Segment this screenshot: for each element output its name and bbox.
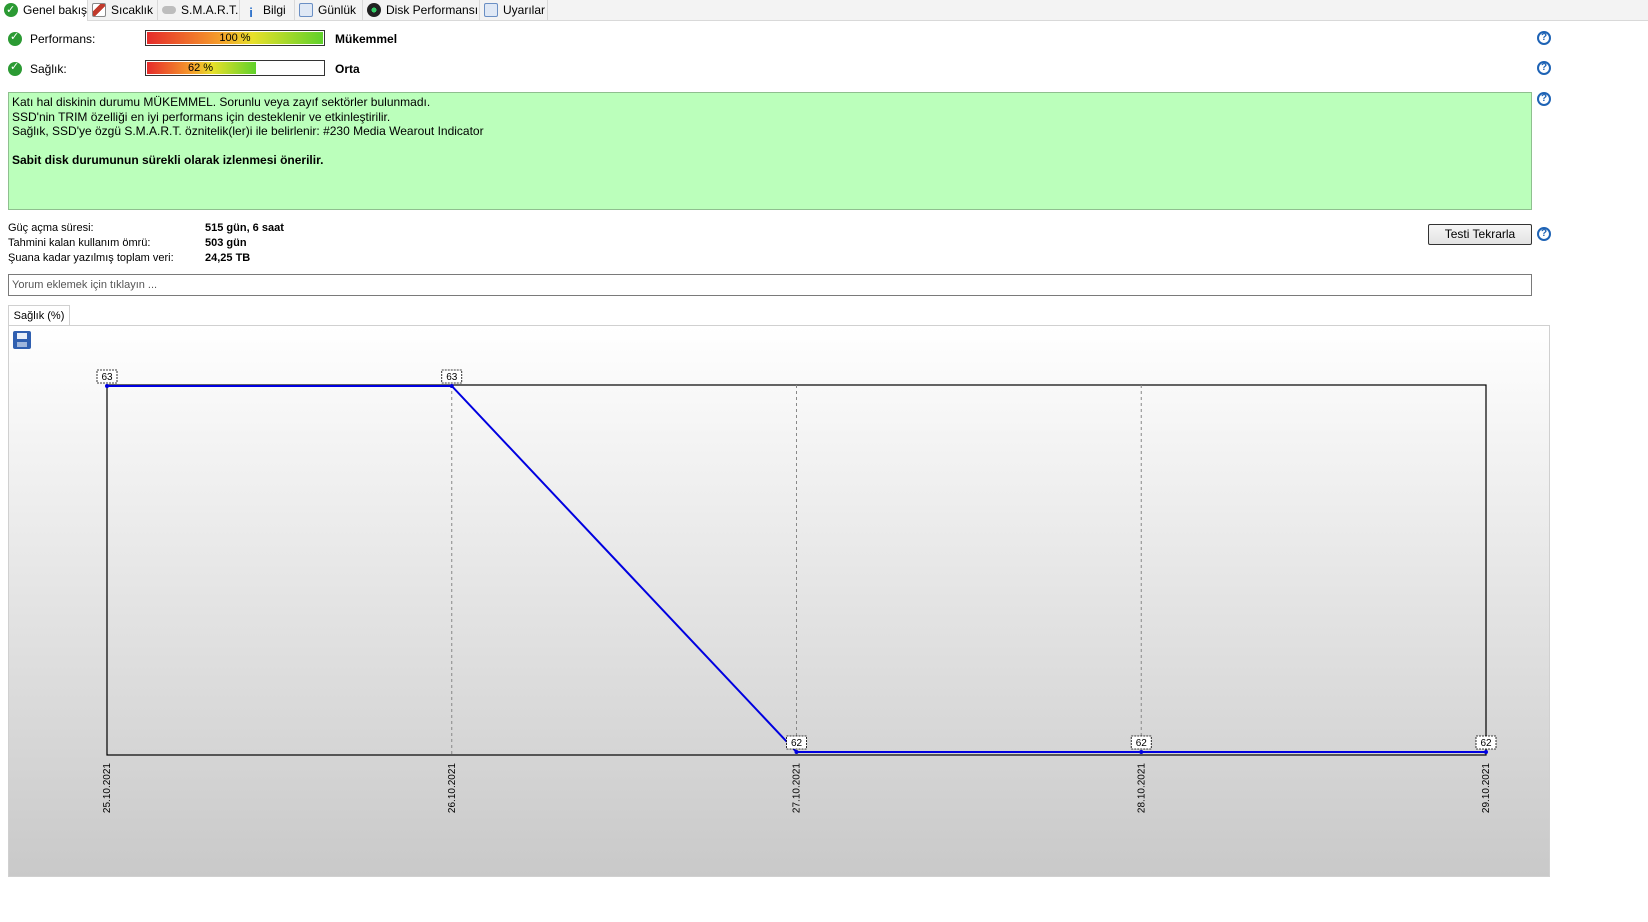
- x-tick-label: 27.10.2021: [792, 763, 803, 813]
- data-point: [105, 384, 109, 388]
- x-tick-label: 26.10.2021: [447, 763, 458, 813]
- health-chart: 63 25.10.2021 63 26.10.2021 62 27.10.2021 62 28…: [96, 369, 1497, 813]
- data-label: 63: [446, 372, 458, 383]
- data-point: [449, 384, 454, 388]
- data-label: 62: [1480, 738, 1492, 749]
- data-label: 62: [791, 738, 803, 749]
- data-point: [794, 750, 799, 754]
- data-point: [1139, 750, 1144, 754]
- x-tick-label: 25.10.2021: [102, 763, 113, 813]
- x-tick-label: 28.10.2021: [1136, 763, 1147, 813]
- data-label: 62: [1136, 738, 1148, 749]
- data-point: [1484, 750, 1488, 754]
- data-label: 63: [101, 372, 113, 383]
- x-tick-label: 29.10.2021: [1481, 763, 1492, 813]
